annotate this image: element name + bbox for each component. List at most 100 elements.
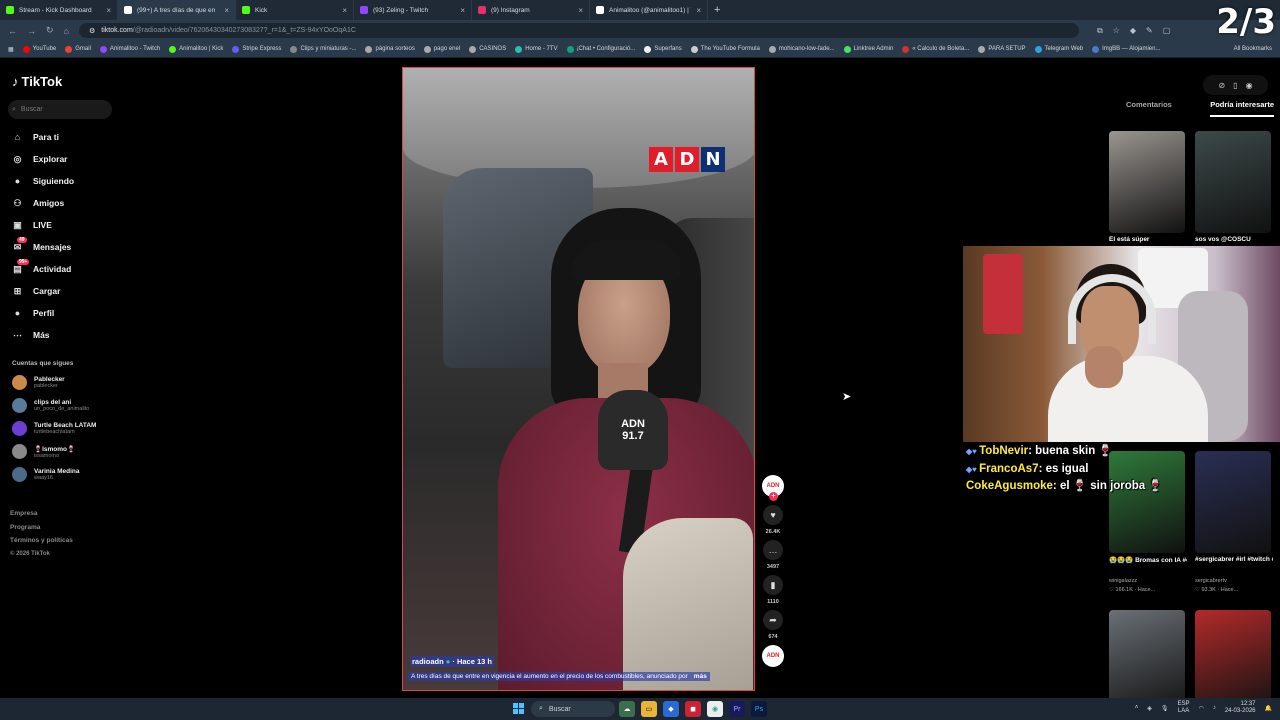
nav-item-actividad[interactable]: ▤ Actividad 99+ <box>11 258 74 280</box>
browser-tab[interactable]: Stream - Kick Dashboard × <box>0 0 118 20</box>
app-icon-red[interactable]: ◼ <box>685 701 701 717</box>
chevron-up-icon[interactable]: ˄ <box>1135 705 1139 711</box>
clock[interactable]: 12:37 24-03-2026 <box>1225 701 1256 715</box>
settings-icon[interactable]: ⊘ <box>1218 81 1225 90</box>
suggested-video-thumbnail[interactable] <box>1195 131 1271 233</box>
suggested-video-thumbnail[interactable] <box>1195 451 1271 553</box>
suggested-video-thumbnail[interactable] <box>1109 610 1185 712</box>
language-indicator[interactable]: ESP LAA <box>1178 701 1190 715</box>
forward-icon[interactable]: → <box>27 26 36 36</box>
nav-item-siguiendo[interactable]: ● Siguiendo <box>11 170 74 192</box>
bookmark-item[interactable]: pago enel <box>423 45 460 53</box>
suggested-video-caption[interactable]: sos vos @COSCU <box>1195 236 1273 243</box>
all-bookmarks[interactable]: All Bookmarks <box>1234 46 1272 52</box>
browser-tab[interactable]: (93) Zeling - Twitch × <box>354 0 472 20</box>
tab-comentarios[interactable]: Comentarios <box>1126 100 1172 117</box>
bookmark-item[interactable]: mohicano-low-fade... <box>768 45 835 53</box>
bookmark-item[interactable]: CASINOS <box>469 45 506 53</box>
profile-icon[interactable]: ▢ <box>1163 26 1171 36</box>
creator-avatar[interactable]: ADN + <box>762 475 784 501</box>
bookmark-item[interactable]: Animalitoo | Kick <box>169 45 223 53</box>
bookmark-item[interactable]: Telegram Web <box>1034 45 1083 53</box>
suggested-video-caption[interactable]: #sergicabrer #irl #twitch #fyp... <box>1195 556 1273 563</box>
browser-tab[interactable]: (9) Instagram × <box>472 0 590 20</box>
windows-start-icon[interactable] <box>513 703 524 714</box>
apps-icon[interactable]: ▦ <box>8 46 14 53</box>
comment-icon[interactable]: … <box>763 540 783 560</box>
followed-account[interactable]: clips del ani un_poco_de_animalito <box>12 398 89 413</box>
install-icon[interactable]: ⧉ <box>1097 26 1103 36</box>
device-icon[interactable]: ▯ <box>1233 81 1237 90</box>
close-icon[interactable]: × <box>224 6 229 15</box>
premiere-icon[interactable]: Pr <box>729 701 745 717</box>
home-icon[interactable]: ⌂ <box>64 26 69 36</box>
nav-item-amigos[interactable]: ⚇ Amigos <box>11 192 74 214</box>
url-input[interactable]: ⚙ tiktok.com/@radioadn/video/76206430340… <box>78 23 1079 38</box>
bookmark-item[interactable]: Linktree Admin <box>843 45 893 53</box>
new-tab-icon[interactable]: + <box>714 4 720 16</box>
bookmark-item[interactable]: Clips y miniaturas -... <box>290 45 356 53</box>
close-icon[interactable]: × <box>578 6 583 15</box>
video-caption-more[interactable]: más <box>694 673 707 680</box>
site-info-icon[interactable]: ⚙ <box>89 27 95 35</box>
star-icon[interactable]: ☆ <box>1113 26 1120 36</box>
browser-tab[interactable]: (99+) A tres días de que en × <box>118 0 236 20</box>
chrome-icon[interactable]: ◉ <box>707 701 723 717</box>
close-icon[interactable]: × <box>696 6 701 15</box>
search-input[interactable]: ⌕ Buscar <box>8 100 112 119</box>
video-author-line[interactable]: radioadn ● · Hace 13 h <box>410 656 494 667</box>
bookmark-icon[interactable]: ▮ <box>763 575 783 595</box>
user-avatar-icon[interactable]: ◉ <box>1246 81 1253 90</box>
file-explorer-icon[interactable]: ▭ <box>641 701 657 717</box>
bookmark-item[interactable]: ImgBB — Alojamien... <box>1092 45 1160 53</box>
tiktok-logo[interactable]: ♪ TikTok <box>12 74 62 89</box>
followed-account[interactable]: 🍷Ismomo🍷 issamomo <box>12 444 75 459</box>
bookmark-item[interactable]: ¡Chat • Configuració... <box>566 45 635 53</box>
bookmark-item[interactable]: YouTube <box>22 45 56 53</box>
notification-icon[interactable]: 🔔 <box>1265 705 1272 712</box>
puzzle-icon[interactable]: ✎ <box>1146 26 1153 36</box>
reload-icon[interactable]: ↻ <box>46 25 54 36</box>
bookmark-item[interactable]: Stripe Express <box>232 45 281 53</box>
bookmark-item[interactable]: página sorteos <box>365 45 415 53</box>
followed-account[interactable]: Pablecker pablecker <box>12 375 65 390</box>
footer-link-terminos[interactable]: Términos y políticas <box>10 534 73 548</box>
footer-link-empresa[interactable]: Empresa <box>10 507 73 521</box>
suggested-video-caption[interactable]: Él está súper <box>1109 236 1187 243</box>
taskbar-search[interactable]: ⌕ Buscar <box>531 701 615 717</box>
sound-avatar[interactable]: ADN <box>762 645 784 667</box>
volume-icon[interactable]: ♪ <box>1213 705 1216 711</box>
extension-icon[interactable]: ◆ <box>1130 26 1136 36</box>
nav-item-cargar[interactable]: ⊞ Cargar <box>11 280 74 302</box>
bookmark-item[interactable]: The YouTube Formula <box>690 45 760 53</box>
close-icon[interactable]: × <box>342 6 347 15</box>
back-icon[interactable]: ← <box>8 26 17 36</box>
suggested-video-thumbnail[interactable] <box>1195 610 1271 712</box>
nav-item-parati[interactable]: ⌂ Para ti <box>11 126 74 148</box>
followed-account[interactable]: Varinia Medina waay16 <box>12 467 80 482</box>
followed-account[interactable]: Turtle Beach LATAM turtlebeachlatam <box>12 421 96 436</box>
bookmark-item[interactable]: Gmail <box>65 45 91 53</box>
tray-app-icon[interactable]: ◈ <box>1147 705 1152 712</box>
bookmark-item[interactable]: PARA SETUP <box>978 45 1026 53</box>
suggested-video-caption[interactable]: 😭😭😭 Bromas con IA #chile... <box>1109 556 1187 564</box>
bookmark-item[interactable]: Superfans <box>644 45 682 53</box>
nav-item-explorar[interactable]: ◎ Explorar <box>11 148 74 170</box>
share-icon[interactable]: ➦ <box>763 610 783 630</box>
widgets-icon[interactable]: ☁ <box>619 701 635 717</box>
photoshop-icon[interactable]: Ps <box>751 701 767 717</box>
video-author[interactable]: radioadn <box>412 657 444 666</box>
bookmark-item[interactable]: Animalitoo - Twitch <box>99 45 160 53</box>
browser-tab[interactable]: Animalitoo (@animalitoo1) | Ti × <box>590 0 708 20</box>
follow-plus-icon[interactable]: + <box>769 492 778 501</box>
browser-tab[interactable]: Kick × <box>236 0 354 20</box>
bookmark-item[interactable]: Home - 7TV <box>515 45 558 53</box>
video-player[interactable]: ADN 91.7 ADN radioadn ● · Hace 13 h A tr… <box>402 67 755 691</box>
nav-item-ms[interactable]: ⋯ Más <box>11 324 74 346</box>
bookmark-item[interactable]: « Calculo de Boleta... <box>902 45 969 53</box>
close-icon[interactable]: × <box>460 6 465 15</box>
footer-link-programa[interactable]: Programa <box>10 521 73 535</box>
app-icon[interactable]: ◆ <box>663 701 679 717</box>
nav-item-mensajes[interactable]: ✉ Mensajes 49 <box>11 236 74 258</box>
close-icon[interactable]: × <box>106 6 111 15</box>
